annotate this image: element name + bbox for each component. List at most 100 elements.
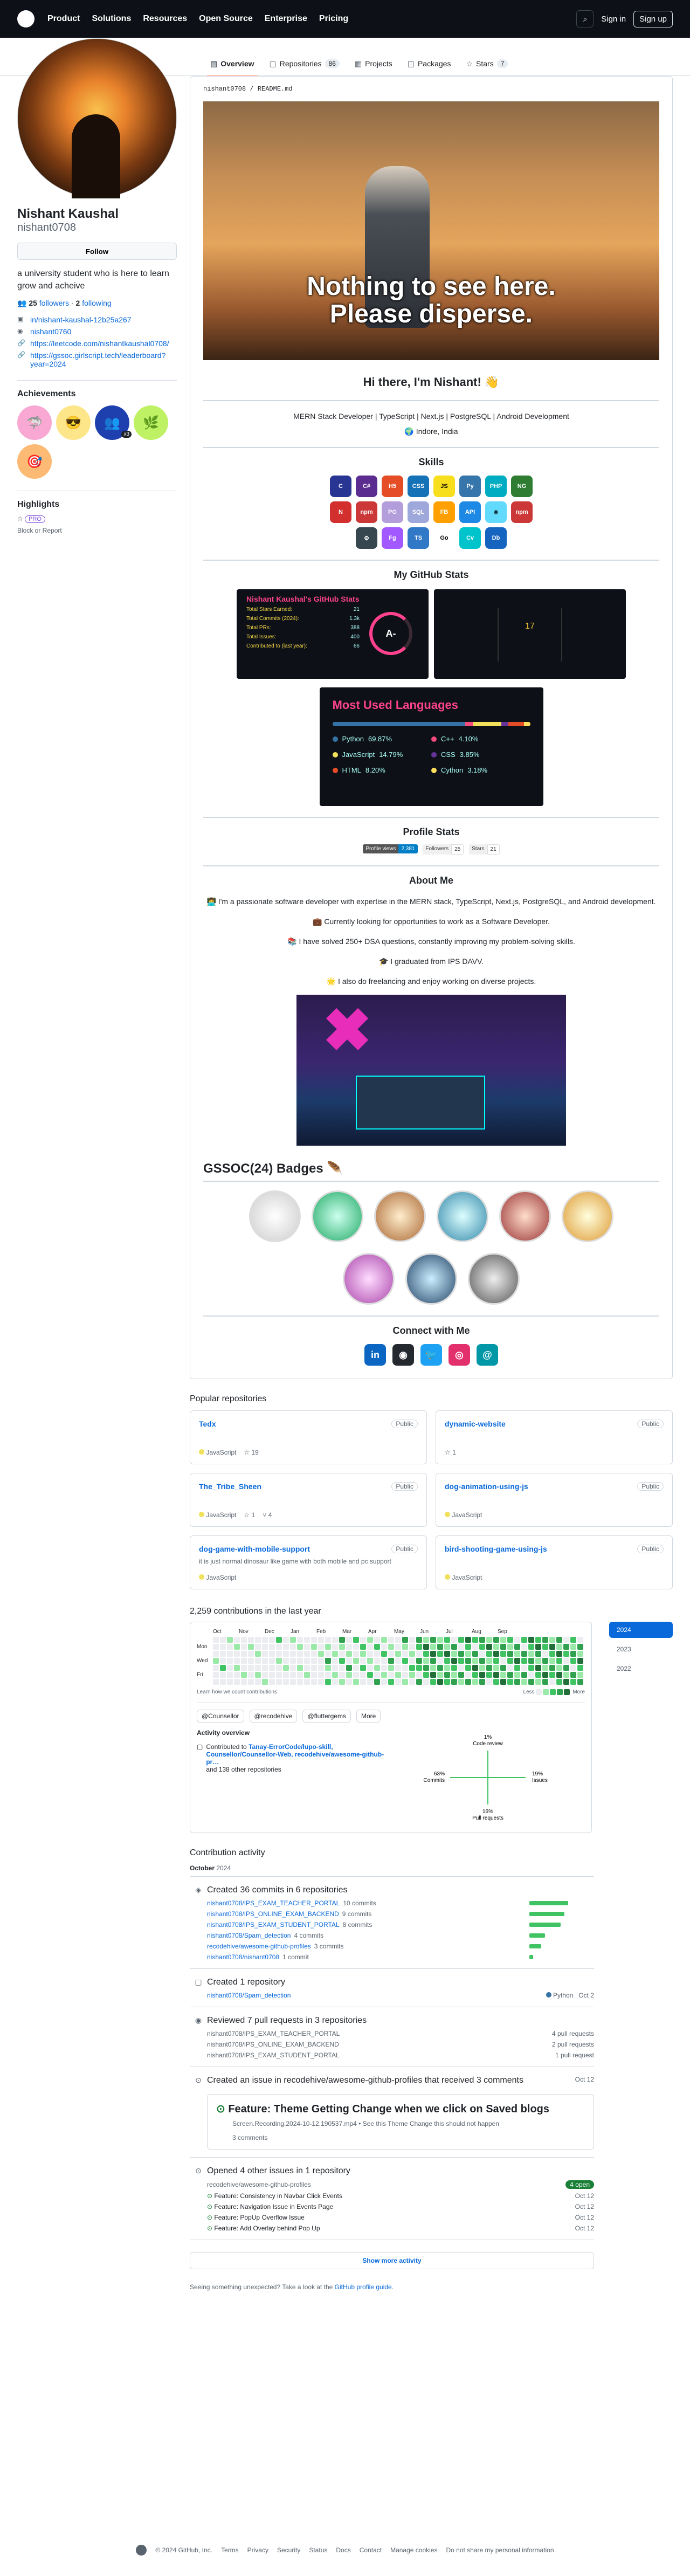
contribution-cell[interactable] — [304, 1658, 310, 1664]
contribution-cell[interactable] — [276, 1644, 282, 1650]
contribution-cell[interactable] — [528, 1672, 534, 1678]
contribution-cell[interactable] — [353, 1665, 359, 1671]
footer-link[interactable]: Contact — [360, 2546, 382, 2554]
contribution-cell[interactable] — [395, 1651, 401, 1657]
contribution-cell[interactable] — [220, 1665, 226, 1671]
contribution-cell[interactable] — [542, 1644, 548, 1650]
contribution-cell[interactable] — [360, 1672, 366, 1678]
contribution-cell[interactable] — [472, 1658, 478, 1664]
footer-link[interactable]: Do not share my personal information — [446, 2546, 554, 2554]
tab-stars[interactable]: ☆ Stars 7 — [458, 51, 515, 76]
contribution-cell[interactable] — [339, 1644, 345, 1650]
contribution-cell[interactable] — [367, 1679, 373, 1685]
contribution-cell[interactable] — [276, 1651, 282, 1657]
contribution-cell[interactable] — [241, 1679, 247, 1685]
contribution-cell[interactable] — [346, 1679, 352, 1685]
contribution-cell[interactable] — [556, 1658, 562, 1664]
contribution-cell[interactable] — [430, 1672, 436, 1678]
contribution-cell[interactable] — [514, 1651, 520, 1657]
contribution-cell[interactable] — [542, 1651, 548, 1657]
followers-link[interactable]: 25 followers — [29, 299, 69, 307]
contribution-cell[interactable] — [213, 1665, 219, 1671]
repo-link[interactable]: nishant0708/IPS_EXAM_TEACHER_PORTAL — [207, 1899, 340, 1907]
sign-up-button[interactable]: Sign up — [633, 10, 673, 27]
contribution-cell[interactable] — [451, 1637, 457, 1643]
contribution-cell[interactable] — [479, 1651, 485, 1657]
contribution-cell[interactable] — [276, 1637, 282, 1643]
contribution-cell[interactable] — [507, 1651, 513, 1657]
tab-projects[interactable]: ▦ Projects — [347, 51, 400, 76]
contribution-cell[interactable] — [304, 1679, 310, 1685]
contribution-cell[interactable] — [255, 1679, 261, 1685]
contribution-cell[interactable] — [500, 1679, 506, 1685]
contribution-cell[interactable] — [374, 1651, 380, 1657]
contribution-cell[interactable] — [430, 1651, 436, 1657]
contribution-cell[interactable] — [248, 1637, 254, 1643]
contribution-cell[interactable] — [493, 1644, 499, 1650]
contribution-cell[interactable] — [367, 1644, 373, 1650]
contribution-cell[interactable] — [332, 1651, 338, 1657]
contribution-cell[interactable] — [325, 1679, 331, 1685]
contribution-cell[interactable] — [423, 1651, 429, 1657]
contribution-cell[interactable] — [290, 1651, 296, 1657]
contribution-cell[interactable] — [262, 1658, 268, 1664]
contribution-cell[interactable] — [416, 1637, 422, 1643]
contribution-cell[interactable] — [472, 1665, 478, 1671]
contribution-cell[interactable] — [283, 1637, 289, 1643]
contribution-cell[interactable] — [241, 1644, 247, 1650]
contribution-cell[interactable] — [542, 1665, 548, 1671]
contribution-cell[interactable] — [528, 1665, 534, 1671]
contribution-cell[interactable] — [430, 1665, 436, 1671]
contribution-cell[interactable] — [528, 1637, 534, 1643]
contribution-cell[interactable] — [451, 1679, 457, 1685]
contribution-cell[interactable] — [374, 1637, 380, 1643]
contribution-cell[interactable] — [227, 1644, 233, 1650]
contribution-cell[interactable] — [255, 1644, 261, 1650]
contribution-cell[interactable] — [500, 1665, 506, 1671]
contribution-cell[interactable] — [395, 1658, 401, 1664]
contribution-cell[interactable] — [444, 1672, 450, 1678]
contribution-cell[interactable] — [563, 1665, 569, 1671]
contribution-cell[interactable] — [353, 1637, 359, 1643]
contribution-cell[interactable] — [381, 1679, 387, 1685]
contribution-cell[interactable] — [542, 1679, 548, 1685]
contribution-cell[interactable] — [444, 1637, 450, 1643]
contribution-cell[interactable] — [346, 1672, 352, 1678]
contribution-cell[interactable] — [451, 1644, 457, 1650]
contribution-cell[interactable] — [563, 1658, 569, 1664]
contribution-cell[interactable] — [570, 1644, 576, 1650]
contribution-cell[interactable] — [227, 1651, 233, 1657]
contribution-cell[interactable] — [493, 1679, 499, 1685]
contribution-cell[interactable] — [521, 1651, 527, 1657]
contribution-cell[interactable] — [311, 1658, 317, 1664]
contribution-cell[interactable] — [227, 1672, 233, 1678]
contribution-cell[interactable] — [395, 1637, 401, 1643]
contribution-cell[interactable] — [388, 1651, 394, 1657]
contribution-cell[interactable] — [234, 1651, 240, 1657]
social-icon[interactable]: 🐦 — [420, 1344, 442, 1366]
repo-link[interactable]: recodehive/awesome-github-profiles — [207, 1943, 311, 1950]
contribution-cell[interactable] — [472, 1672, 478, 1678]
org-filter[interactable]: @recodehive — [249, 1710, 298, 1723]
repo-forks[interactable]: ⑂ 4 — [263, 1511, 272, 1519]
contribution-cell[interactable] — [332, 1679, 338, 1685]
contribution-cell[interactable] — [528, 1658, 534, 1664]
contribution-cell[interactable] — [311, 1665, 317, 1671]
contribution-cell[interactable] — [507, 1658, 513, 1664]
contribution-cell[interactable] — [276, 1672, 282, 1678]
contribution-cell[interactable] — [339, 1637, 345, 1643]
contribution-cell[interactable] — [423, 1665, 429, 1671]
contribution-cell[interactable] — [514, 1644, 520, 1650]
contribution-cell[interactable] — [318, 1651, 324, 1657]
contribution-cell[interactable] — [465, 1658, 471, 1664]
contribution-cell[interactable] — [416, 1679, 422, 1685]
contribution-cell[interactable] — [297, 1679, 303, 1685]
contribution-cell[interactable] — [318, 1637, 324, 1643]
contribution-cell[interactable] — [451, 1672, 457, 1678]
nav-pricing[interactable]: Pricing — [319, 14, 348, 24]
contribution-cell[interactable] — [220, 1679, 226, 1685]
contribution-cell[interactable] — [353, 1672, 359, 1678]
contribution-cell[interactable] — [339, 1651, 345, 1657]
contribution-cell[interactable] — [297, 1644, 303, 1650]
contribution-cell[interactable] — [563, 1679, 569, 1685]
